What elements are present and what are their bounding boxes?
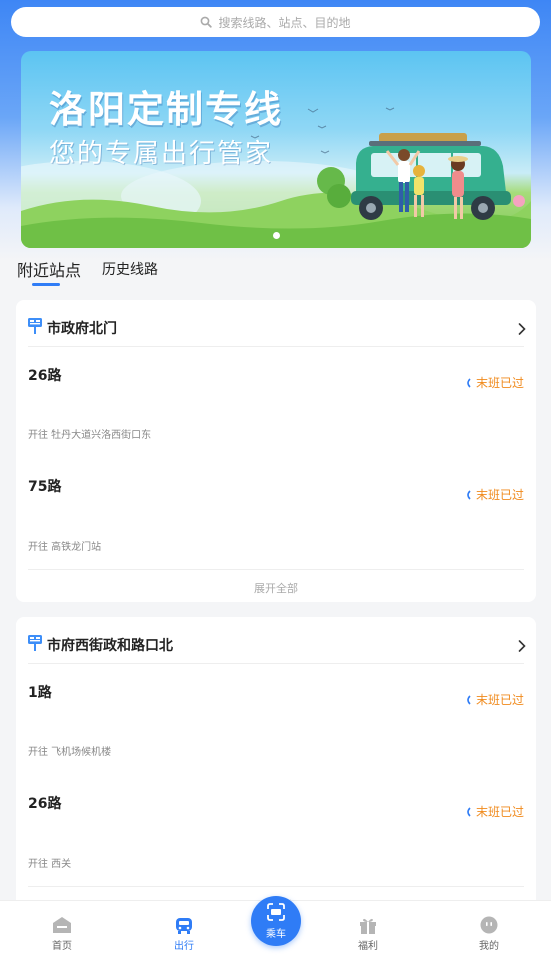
status-text: 末班已过 [475, 693, 524, 707]
home-icon [53, 915, 71, 935]
scan-icon [266, 902, 286, 924]
promo-banner[interactable]: 洛阳定制专线 您的专属出行管家 [21, 51, 531, 248]
bus-stop-icon [28, 318, 42, 338]
divider [28, 886, 524, 887]
tab-active-indicator [32, 283, 60, 286]
route-name[interactable]: 26路 [28, 793, 61, 813]
route-direction: 开往 高铁龙门站 [28, 542, 102, 553]
nav-mine-label: 我的 [479, 941, 499, 952]
banner-page-indicator [273, 232, 280, 239]
banner-subtitle: 您的专属出行管家 [49, 139, 274, 169]
nav-welfare[interactable]: 福利 [328, 901, 408, 956]
search-placeholder: 搜索线路、站点、目的地 [218, 15, 351, 30]
realtime-signal-icon [465, 489, 471, 500]
station-card: 市政府北门 26路 末班已过 开往 牡丹大道兴洛西街口东 75路 末班已过 开往… [16, 300, 536, 602]
route-status: 末班已过 [465, 374, 524, 391]
nav-travel-label: 出行 [174, 941, 194, 952]
route-name[interactable]: 26路 [28, 365, 61, 385]
banner-title: 洛阳定制专线 [49, 88, 283, 131]
divider [28, 663, 524, 664]
bus-icon [175, 915, 193, 935]
route-direction: 开往 飞机场候机楼 [28, 747, 112, 758]
expand-all-button[interactable]: 展开全部 [16, 580, 536, 596]
realtime-signal-icon [465, 806, 471, 817]
route-direction: 开往 牡丹大道兴洛西街口东 [28, 430, 152, 441]
divider [28, 346, 524, 347]
status-text: 末班已过 [475, 805, 524, 819]
nav-home-label: 首页 [52, 941, 72, 952]
station-header[interactable]: 市府西街政和路口北 [28, 635, 173, 655]
gift-icon [359, 915, 377, 935]
route-name[interactable]: 75路 [28, 476, 61, 496]
search-icon [200, 16, 213, 28]
nav-welfare-label: 福利 [358, 941, 378, 952]
profile-icon [480, 915, 498, 935]
route-status: 末班已过 [465, 803, 524, 820]
realtime-signal-icon [465, 694, 471, 705]
route-status: 末班已过 [465, 486, 524, 503]
ride-button[interactable]: 乘车 [251, 896, 301, 946]
nav-travel[interactable]: 出行 [144, 901, 224, 956]
ride-label: 乘车 [266, 928, 286, 940]
chevron-right-icon[interactable] [518, 637, 526, 656]
chevron-right-icon[interactable] [518, 320, 526, 339]
realtime-signal-icon [465, 377, 471, 388]
nav-mine[interactable]: 我的 [449, 901, 529, 956]
route-status: 末班已过 [465, 691, 524, 708]
station-card: 市府西街政和路口北 1路 末班已过 开往 飞机场候机楼 26路 末班已过 开往 … [16, 617, 536, 907]
route-direction: 开往 西关 [28, 859, 72, 870]
station-name: 市府西街政和路口北 [47, 638, 173, 654]
tab-nearby-stations[interactable]: 附近站点 [17, 257, 81, 281]
status-text: 末班已过 [475, 488, 524, 502]
bus-stop-icon [28, 635, 42, 655]
status-text: 末班已过 [475, 376, 524, 390]
tab-history-routes[interactable]: 历史线路 [102, 259, 158, 279]
route-name[interactable]: 1路 [28, 682, 52, 702]
search-bar[interactable]: 搜索线路、站点、目的地 [11, 7, 540, 37]
tab-bar: 附近站点 历史线路 [0, 250, 551, 290]
nav-home[interactable]: 首页 [22, 901, 102, 956]
station-name: 市政府北门 [47, 321, 117, 337]
station-header[interactable]: 市政府北门 [28, 318, 117, 338]
divider [28, 569, 524, 570]
